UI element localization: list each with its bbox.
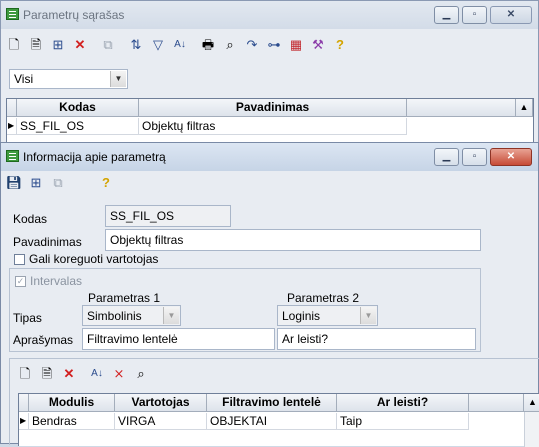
tipas2-value: Loginis: [282, 309, 321, 323]
new-document-icon[interactable]: 🗋: [5, 36, 23, 54]
editable-label: Gali koreguoti vartotojas: [29, 252, 159, 266]
row-indicator: ▶: [7, 118, 17, 135]
binoculars-icon[interactable]: ⌕: [221, 36, 239, 54]
table-row[interactable]: VIRGA: [115, 413, 207, 430]
delete-icon[interactable]: ✕: [60, 365, 78, 383]
table-row[interactable]: Objektų filtras: [139, 118, 407, 135]
interval-group: ✓ Intervalas Parametras 1 Parametras 2 T…: [9, 268, 481, 352]
app-icon: [6, 8, 19, 20]
front-toolbar: 💾︎ ⊞ ⧉ ?: [5, 172, 119, 194]
pavadinimas-field[interactable]: Objektų filtras: [105, 229, 481, 251]
help-icon[interactable]: ?: [97, 174, 115, 192]
column-header-ar-leisti[interactable]: Ar leisti?: [337, 394, 469, 412]
column-header-kodas[interactable]: Kodas: [17, 99, 139, 117]
tipas1-select[interactable]: Simbolinis ▼: [82, 305, 181, 326]
tipas1-value: Simbolinis: [87, 309, 142, 323]
scroll-up-icon[interactable]: ▲: [516, 99, 533, 117]
filter-select-value: Visi: [14, 72, 34, 86]
aprasymas-label: Aprašymas: [13, 333, 74, 347]
close-button[interactable]: ✕: [490, 6, 532, 24]
new-document-icon[interactable]: 🗋: [16, 365, 34, 383]
chevron-down-icon[interactable]: ▼: [360, 307, 376, 324]
chevron-down-icon[interactable]: ▼: [110, 71, 126, 87]
table-row[interactable]: SS_FIL_OS: [17, 118, 139, 135]
editable-checkbox[interactable]: [14, 254, 25, 265]
print-icon[interactable]: 🖶: [199, 36, 217, 54]
front-window-titlebar[interactable]: Informacija apie parametrą ▁ ▫ ✕: [1, 143, 538, 171]
kodas-label: Kodas: [13, 212, 48, 226]
tree-add-icon[interactable]: ⊞: [27, 174, 45, 192]
filter-list-icon[interactable]: ⇅: [127, 36, 145, 54]
tipas-label: Tipas: [13, 311, 42, 325]
param2-header: Parametras 2: [287, 291, 360, 305]
grid-settings-icon[interactable]: ▦: [287, 36, 305, 54]
row-indicator: ▶: [19, 413, 29, 430]
edit-document-icon[interactable]: 🗎: [38, 365, 56, 383]
help-icon[interactable]: ?: [331, 36, 349, 54]
table-row[interactable]: Bendras: [29, 413, 115, 430]
app-icon: [6, 150, 19, 162]
close-button[interactable]: ✕: [490, 148, 532, 166]
parameters-list-window: Parametrų sąrašas ▁ ▫ ✕ 🗋 🗎 ⊞ ✕ ⧉ ⇅ ▽ A↓…: [0, 0, 539, 150]
vertical-scrollbar[interactable]: [524, 412, 539, 447]
row-indicator-header: [19, 394, 29, 412]
modules-panel: 🗋 🗎 ✕ A↓ ⨯ ⌕ Modulis Vartotojas Filtravi…: [9, 358, 539, 447]
back-window-title: Parametrų sąrašas: [23, 8, 125, 22]
sort-az-icon[interactable]: A↓: [171, 36, 189, 54]
filter-select[interactable]: Visi ▼: [9, 69, 128, 89]
column-header-filtravimo-lentele[interactable]: Filtravimo lentelė: [207, 394, 337, 412]
column-header-pavadinimas[interactable]: Pavadinimas: [139, 99, 407, 117]
param1-header: Parametras 1: [88, 291, 161, 305]
parameter-info-window: Informacija apie parametrą ▁ ▫ ✕ 💾︎ ⊞ ⧉ …: [0, 142, 539, 447]
delete-icon[interactable]: ✕: [71, 36, 89, 54]
column-header-vartotojas[interactable]: Vartotojas: [115, 394, 207, 412]
modules-grid: Modulis Vartotojas Filtravimo lentelė Ar…: [18, 393, 539, 447]
filter-icon[interactable]: ▽: [149, 36, 167, 54]
binoculars-icon[interactable]: ⌕: [132, 365, 150, 383]
interval-checkbox[interactable]: ✓: [15, 276, 26, 287]
table-row[interactable]: Taip: [337, 413, 469, 430]
copy-icon[interactable]: ⧉: [99, 36, 117, 54]
empty-header: [469, 394, 524, 412]
minimize-button[interactable]: ▁: [434, 148, 459, 166]
refresh-icon[interactable]: ↷: [243, 36, 261, 54]
scroll-up-icon[interactable]: ▲: [524, 394, 539, 412]
save-icon[interactable]: 💾︎: [5, 174, 23, 192]
clear-filter-icon[interactable]: ⨯: [110, 365, 128, 383]
minimize-button[interactable]: ▁: [434, 6, 459, 24]
sort-az-icon[interactable]: A↓: [88, 365, 106, 383]
row-indicator-header: [7, 99, 17, 117]
back-window-titlebar[interactable]: Parametrų sąrašas ▁ ▫ ✕: [1, 1, 538, 29]
maximize-button[interactable]: ▫: [462, 6, 487, 24]
maximize-button[interactable]: ▫: [462, 148, 487, 166]
kodas-field[interactable]: SS_FIL_OS: [105, 205, 231, 227]
chevron-down-icon[interactable]: ▼: [163, 307, 179, 324]
copy-icon[interactable]: ⧉: [49, 174, 67, 192]
tipas2-select[interactable]: Loginis ▼: [277, 305, 378, 326]
edit-document-icon[interactable]: 🗎: [27, 36, 45, 54]
modules-toolbar: 🗋 🗎 ✕ A↓ ⨯ ⌕: [16, 363, 154, 385]
aprasymas2-field[interactable]: Ar leisti?: [277, 328, 476, 350]
column-header-modulis[interactable]: Modulis: [29, 394, 115, 412]
hierarchy-icon[interactable]: ⊶: [265, 36, 283, 54]
table-row[interactable]: OBJEKTAI: [207, 413, 337, 430]
tools-icon[interactable]: ⚒: [309, 36, 327, 54]
back-toolbar: 🗋 🗎 ⊞ ✕ ⧉ ⇅ ▽ A↓ 🖶 ⌕ ↷ ⊶ ▦ ⚒ ?: [5, 34, 353, 56]
tree-add-icon[interactable]: ⊞: [49, 36, 67, 54]
front-window-title: Informacija apie parametrą: [23, 150, 166, 164]
pavadinimas-label: Pavadinimas: [13, 235, 82, 249]
aprasymas1-field[interactable]: Filtravimo lentelė: [82, 328, 275, 350]
empty-header: [407, 99, 516, 117]
interval-label: Intervalas: [30, 274, 83, 288]
